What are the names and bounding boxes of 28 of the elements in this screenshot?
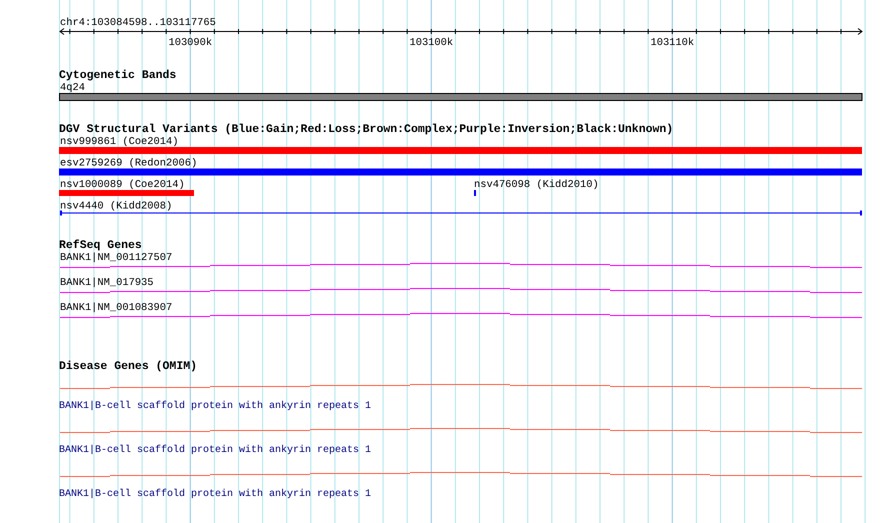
disease-gene-label: BANK1|B-cell scaffold protein with ankyrin repeats 1 — [59, 445, 372, 456]
gene-line[interactable] — [60, 313, 862, 318]
variant-bar[interactable] — [60, 210, 862, 216]
disease-gene-label: BANK1|B-cell scaffold protein with ankyrin repeats 1 — [59, 489, 372, 500]
variant-label: nsv1000089 (Coe2014) — [60, 179, 185, 191]
gene-line[interactable] — [60, 428, 862, 433]
track-title: RefSeq Genes — [59, 239, 142, 252]
variant-label: esv2759269 (Redon2006) — [60, 158, 198, 170]
track-title: Cytogenetic Bands — [59, 69, 176, 82]
gene-label: BANK1|NM_017935 — [60, 277, 154, 289]
band-label: 4q24 — [60, 82, 85, 94]
tick-label: 103090k — [168, 37, 212, 49]
tick-label: 103100k — [409, 37, 454, 49]
tick-label: 103110k — [650, 37, 694, 49]
band-bar[interactable] — [59, 93, 862, 101]
variant-label: nsv999861 (Coe2014) — [60, 136, 178, 148]
disease-gene-label: BANK1|B-cell scaffold protein with ankyrin repeats 1 — [59, 401, 372, 412]
location-label: chr4:103084598..103117765 — [60, 17, 216, 29]
gene-line[interactable] — [60, 472, 862, 477]
gene-line[interactable] — [60, 263, 862, 268]
gene-line[interactable] — [60, 288, 862, 293]
track-title: DGV Structural Variants (Blue:Gain;Red:Loss;Brown:Complex;Purple:Inversion;Black:Unknown) — [59, 123, 674, 136]
gene-label: BANK1|NM_001083907 — [60, 302, 172, 314]
track-title: Disease Genes (OMIM) — [59, 360, 198, 373]
gene-line[interactable] — [60, 384, 862, 389]
gene-label: BANK1|NM_001127507 — [60, 252, 172, 264]
variant-label: nsv4440 (Kidd2008) — [60, 200, 172, 212]
variant-label: nsv476098 (Kidd2010) — [474, 179, 599, 191]
